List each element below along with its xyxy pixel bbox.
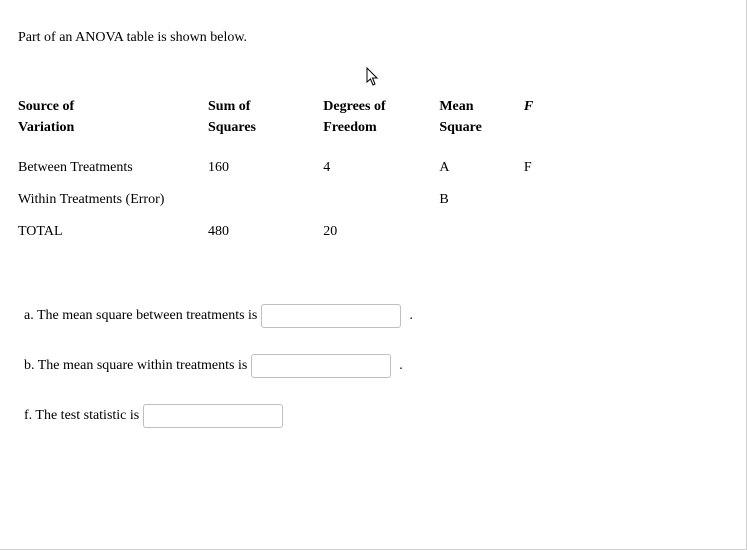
cell-within-df [323, 192, 439, 224]
cell-within-ms: B [439, 192, 524, 224]
header-source: Source of Variation [18, 96, 208, 160]
question-f-input[interactable] [143, 404, 283, 428]
cell-between-source: Between Treatments [18, 160, 208, 192]
cell-total-f [524, 224, 578, 256]
question-a: a. The mean square between treatments is… [24, 304, 747, 328]
intro-text: Part of an ANOVA table is shown below. [18, 30, 747, 46]
question-a-period: . [409, 308, 413, 324]
question-b-period: . [399, 358, 403, 374]
question-f: f. The test statistic is [24, 404, 747, 428]
cell-between-ms: A [439, 160, 524, 192]
header-ss: Sum of Squares [208, 96, 323, 160]
header-f-label: F [524, 99, 533, 114]
cursor-arrow-icon [366, 67, 381, 92]
header-df-l2: Freedom [323, 120, 376, 135]
cell-total-ms [439, 224, 524, 256]
cell-within-ss [208, 192, 323, 224]
header-ms-l1: Mean [439, 99, 473, 114]
question-a-input[interactable] [261, 304, 401, 328]
question-b-label: b. The mean square within treatments is [24, 358, 247, 374]
header-f: F [524, 96, 578, 160]
cell-within-source: Within Treatments (Error) [18, 192, 208, 224]
questions-block: a. The mean square between treatments is… [24, 304, 747, 428]
cell-between-f: F [524, 160, 578, 192]
header-ms-l2: Square [439, 120, 482, 135]
question-a-label: a. The mean square between treatments is [24, 308, 257, 324]
question-b: b. The mean square within treatments is … [24, 354, 747, 378]
question-b-input[interactable] [251, 354, 391, 378]
header-df-l1: Degrees of [323, 99, 385, 114]
cell-total-df: 20 [323, 224, 439, 256]
cell-total-source: TOTAL [18, 224, 208, 256]
question-f-label: f. The test statistic is [24, 408, 139, 424]
table-row: Between Treatments 160 4 A F [18, 160, 578, 192]
table-row: TOTAL 480 20 [18, 224, 578, 256]
header-ss-l2: Squares [208, 120, 256, 135]
anova-table: Source of Variation Sum of Squares Degre… [18, 96, 578, 256]
cell-between-df: 4 [323, 160, 439, 192]
header-ms: Mean Square [439, 96, 524, 160]
cell-within-f [524, 192, 578, 224]
header-df: Degrees of Freedom [323, 96, 439, 160]
header-ss-l1: Sum of [208, 99, 250, 114]
cell-between-ss: 160 [208, 160, 323, 192]
header-source-l2: Variation [18, 120, 74, 135]
cell-total-ss: 480 [208, 224, 323, 256]
table-row: Within Treatments (Error) B [18, 192, 578, 224]
header-source-l1: Source of [18, 99, 74, 114]
